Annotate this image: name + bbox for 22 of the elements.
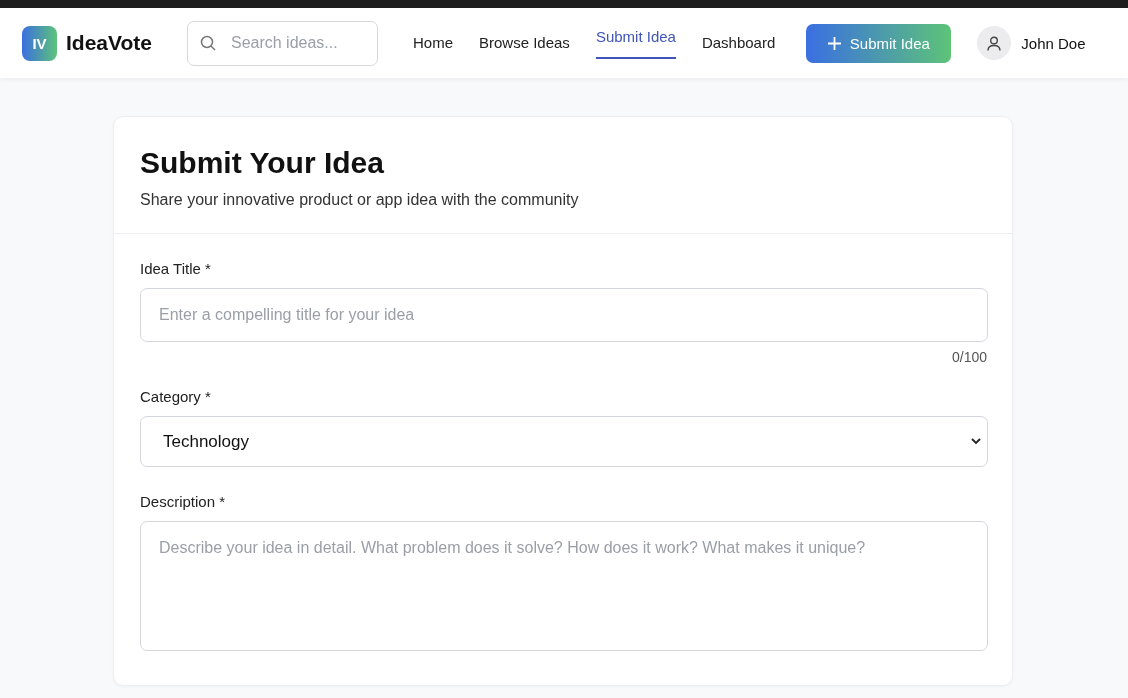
nav-link[interactable]: Dashboard [701, 27, 776, 59]
user-name: John Doe [1021, 34, 1086, 52]
title-input-field[interactable]: Enter a compelling title for your idea [140, 288, 988, 342]
brand-name: IdeaVote [66, 31, 152, 55]
character-counter: 0/100 [950, 349, 987, 365]
chevron-down-icon [971, 438, 981, 445]
form-subtitle: Share your innovative product or app idea with the community [140, 191, 580, 209]
field-label: Category * [140, 388, 212, 405]
plus-icon [827, 36, 841, 50]
search-field[interactable]: Search ideas... [186, 20, 378, 66]
category-dropdown[interactable]: Technology [140, 416, 988, 467]
user-icon [987, 35, 1002, 51]
form-title: Submit Your Idea [140, 145, 385, 181]
nav-link[interactable]: Browse Ideas [479, 27, 570, 59]
search-icon [199, 34, 216, 51]
description-field[interactable]: Describe your idea in detail. What problem does it solve? How does it work? What makes it unique? [140, 521, 988, 651]
field-label: Idea Title * [140, 260, 212, 277]
nav-link[interactable]: Home [412, 27, 453, 59]
logo-mark: IV [22, 25, 57, 61]
field-label: Description * [140, 493, 227, 510]
avatar[interactable] [977, 26, 1012, 60]
nav-link[interactable]: Submit Idea [595, 21, 676, 59]
